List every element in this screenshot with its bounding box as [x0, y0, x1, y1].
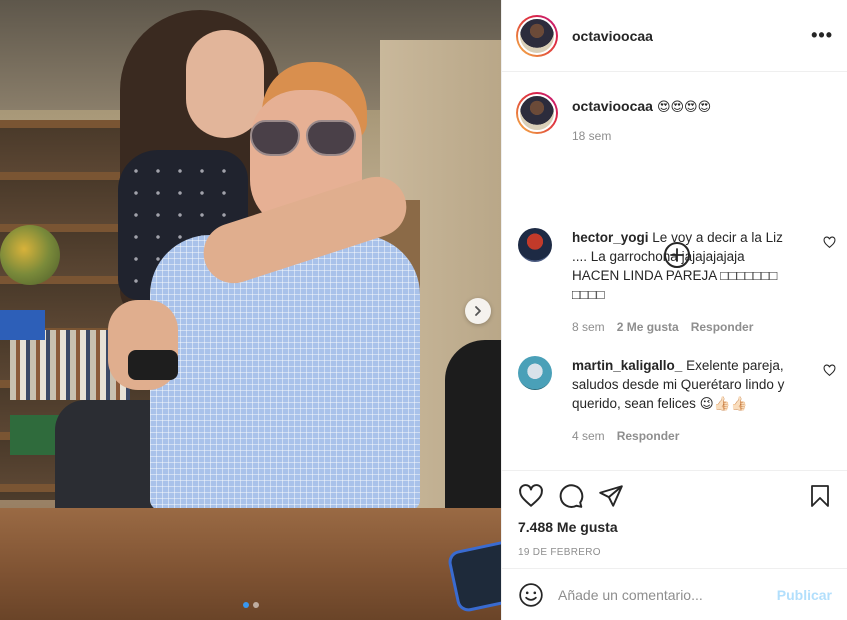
avatar[interactable]: [518, 356, 552, 390]
comment-item: hector_yogi Le voy a decir a la Liz ....…: [518, 228, 836, 337]
post-date: 19 DE FEBRERO: [518, 547, 601, 558]
author-username[interactable]: octavioocaa: [572, 28, 653, 44]
caption-text: 😍😍😍😍: [656, 99, 712, 114]
avatar[interactable]: [518, 228, 552, 262]
carousel-dot: [252, 602, 259, 608]
comment-time: 8 sem: [572, 320, 605, 334]
post-side-panel: octavioocaa ••• octavioocaa 😍😍😍😍 18 sem h…: [501, 0, 847, 620]
post-caption: octavioocaa 😍😍😍😍 18 sem: [502, 72, 847, 268]
like-count[interactable]: 7.488 Me gusta: [518, 519, 832, 535]
heart-icon[interactable]: [823, 236, 836, 249]
carousel-next-button[interactable]: [465, 298, 491, 324]
heart-icon[interactable]: [823, 364, 836, 377]
emoji-icon[interactable]: [518, 582, 544, 608]
share-icon[interactable]: [598, 483, 624, 509]
bookmark-icon[interactable]: [808, 483, 832, 509]
carousel-dot: [242, 602, 249, 608]
publish-button[interactable]: Publicar: [777, 587, 832, 603]
post-header: octavioocaa •••: [502, 0, 847, 72]
comment-username[interactable]: hector_yogi: [572, 230, 649, 245]
carousel-indicator: [0, 602, 501, 608]
comment-time: 4 sem: [572, 429, 605, 443]
action-bar: 7.488 Me gusta 19 DE FEBRERO: [502, 470, 847, 558]
post-photo[interactable]: [0, 0, 501, 620]
more-options-icon[interactable]: •••: [811, 25, 833, 46]
comment-likes[interactable]: 2 Me gusta: [617, 318, 679, 337]
avatar[interactable]: [516, 92, 558, 134]
chevron-right-icon: [475, 306, 481, 316]
heart-icon[interactable]: [518, 483, 544, 509]
comment-icon[interactable]: [558, 483, 584, 509]
comment-input[interactable]: [558, 586, 777, 603]
comment-item: martin_kaligallo_ Exelente pareja, salud…: [518, 356, 836, 446]
add-comment-row: Publicar: [502, 568, 847, 620]
caption-username[interactable]: octavioocaa: [572, 98, 653, 114]
comment-username[interactable]: martin_kaligallo_: [572, 358, 682, 373]
avatar[interactable]: [516, 14, 558, 57]
reply-button[interactable]: Responder: [617, 427, 680, 446]
caption-time: 18 sem: [572, 129, 612, 143]
reply-button[interactable]: Responder: [691, 318, 754, 337]
